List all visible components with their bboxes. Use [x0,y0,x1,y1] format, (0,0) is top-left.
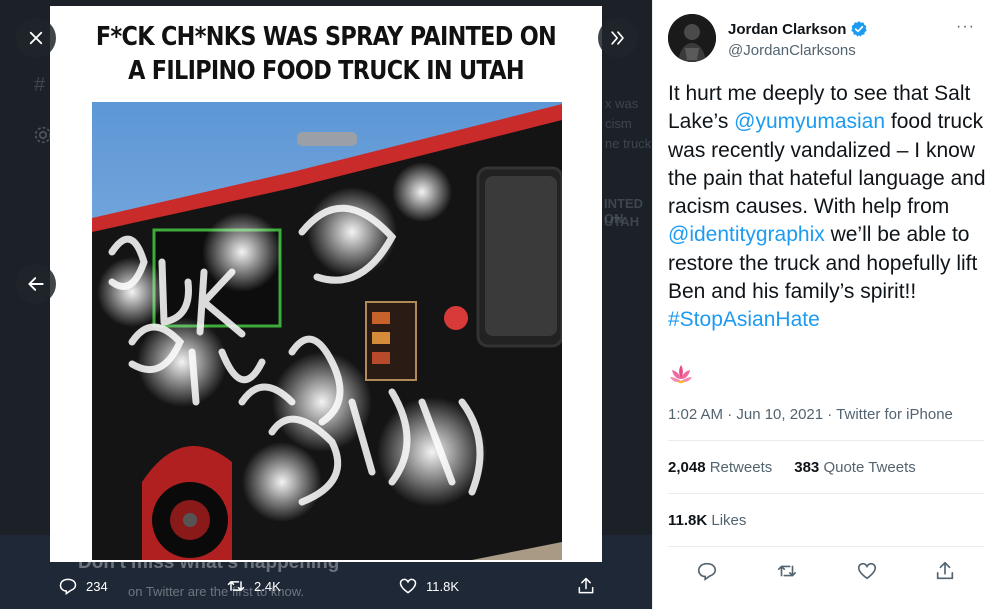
mention-link[interactable]: @identitygraphix [668,223,825,246]
likes-stat[interactable]: 11.8K Likes [668,512,746,529]
share-button[interactable] [932,558,958,584]
quote-count: 383 [794,459,820,476]
like-button[interactable]: 11.8K [398,576,459,596]
likes-label: Likes [711,512,747,529]
headline-line: A FILIPINO FOOD TRUCK IN UTAH [128,56,525,86]
reply-icon [697,562,717,581]
quote-tweets-stat[interactable]: 383 Quote Tweets [794,459,915,476]
retweets-count: 2,048 [668,459,706,476]
tweet-action-bar [668,558,984,584]
lotus-emoji-icon [670,365,692,384]
retweet-count: 2.4K [254,578,281,594]
share-button[interactable] [576,576,596,596]
verified-icon [851,21,868,37]
like-button[interactable] [854,558,880,584]
tweet-panel: Jordan Clarkson @JordanClarksons ··· It … [652,0,1000,609]
close-icon [29,31,43,45]
divider [668,440,984,441]
back-arrow-icon [28,277,44,291]
reply-count: 234 [86,578,108,594]
retweets-label: Retweets [709,459,773,476]
likes-count: 11.8K [668,512,708,529]
tweet-media-viewer: # x was cism ne truck INTED ON UTAH Don'… [0,0,1000,609]
background-hint: UTAH [604,214,640,229]
reply-button[interactable]: 234 [58,576,108,596]
reply-button[interactable] [694,558,720,584]
quote-label: Quote Tweets [823,459,916,476]
food-truck-photo [92,102,562,560]
previous-button[interactable] [16,264,56,304]
retweet-button[interactable]: 2.4K [226,576,281,596]
retweets-stat[interactable]: 2,048 Retweets [668,459,772,476]
author-handle[interactable]: @JordanClarksons [728,42,856,59]
divider [668,493,984,494]
background-hint: # [34,74,46,96]
tweet-timestamp[interactable]: 1:02 AM · Jun 10, 2021 · Twitter for iPh… [668,406,953,423]
divider [652,0,653,609]
like-icon [399,578,417,594]
avatar-image [668,14,716,62]
headline-line: F*CK CH*NKS WAS SPRAY PAINTED ON [95,22,557,52]
media-action-bar: 234 2.4K 11.8K [0,566,652,606]
like-icon [857,562,877,580]
author-name-text: Jordan Clarkson [728,20,847,38]
hashtag-link[interactable]: #StopAsianHate [668,308,820,331]
more-button[interactable]: ··· [956,18,975,36]
divider [668,546,984,547]
media-image: F*CK CH*NKS WAS SPRAY PAINTED ON A FILIP… [50,6,602,562]
expand-button[interactable] [598,18,638,58]
tweet-text: It hurt me deeply to see that Salt Lake’… [668,80,988,335]
background-hint: ne truck [605,136,652,151]
background-hint: cism [605,116,632,131]
author-name[interactable]: Jordan Clarkson [728,20,868,38]
media-viewer: # x was cism ne truck INTED ON UTAH Don'… [0,0,652,609]
like-count: 11.8K [426,578,460,594]
more-icon: ··· [956,18,975,35]
tweet-stats: 2,048 Retweets 383 Quote Tweets [668,459,916,476]
reply-icon [59,578,77,595]
expand-icon [611,31,624,45]
background-hint: x was [605,96,639,111]
image-headline: F*CK CH*NKS WAS SPRAY PAINTED ON A FILIP… [89,20,564,88]
close-button[interactable] [16,18,56,58]
share-icon [578,577,594,594]
retweet-button[interactable] [774,558,800,584]
share-icon [936,561,954,580]
retweet-icon [227,581,245,591]
retweet-icon [777,565,797,577]
avatar[interactable] [668,14,716,62]
mention-link[interactable]: @yumyumasian [734,110,885,133]
